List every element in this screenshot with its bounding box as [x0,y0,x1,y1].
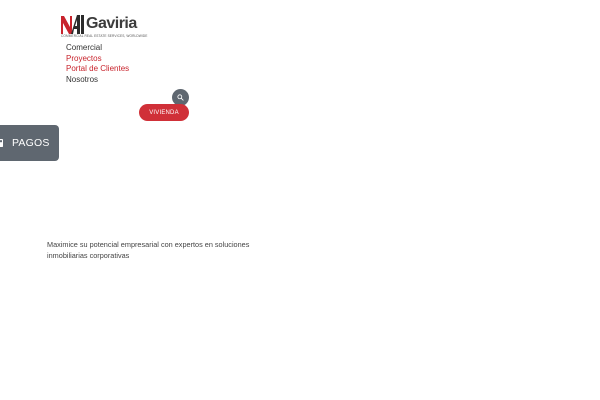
nav-item-comercial[interactable]: Comercial [66,43,129,54]
logo-tagline: COMMERCIAL REAL ESTATE SERVICES, WORLDWI… [61,34,148,38]
nav-item-proyectos[interactable]: Proyectos [66,54,129,65]
page: Gaviria COMMERCIAL REAL ESTATE SERVICES,… [0,0,600,400]
nav-item-portal-de-clientes[interactable]: Portal de Clientes [66,64,129,75]
payment-card-icon [0,139,3,147]
logo-name: Gaviria [86,15,137,32]
hero-tagline: Maximice su potencial empresarial con ex… [47,240,250,260]
search-icon [177,94,184,101]
brand-logo[interactable]: Gaviria COMMERCIAL REAL ESTATE SERVICES,… [61,12,147,38]
main-nav: Comercial Proyectos Portal de Clientes N… [66,43,129,85]
vivienda-button[interactable]: VIVIENDA [139,104,189,121]
nav-item-nosotros[interactable]: Nosotros [66,75,129,86]
nai-logo-mark [61,14,85,34]
pagos-label: PAGOS [12,137,50,149]
pagos-tab[interactable]: PAGOS [0,125,59,161]
